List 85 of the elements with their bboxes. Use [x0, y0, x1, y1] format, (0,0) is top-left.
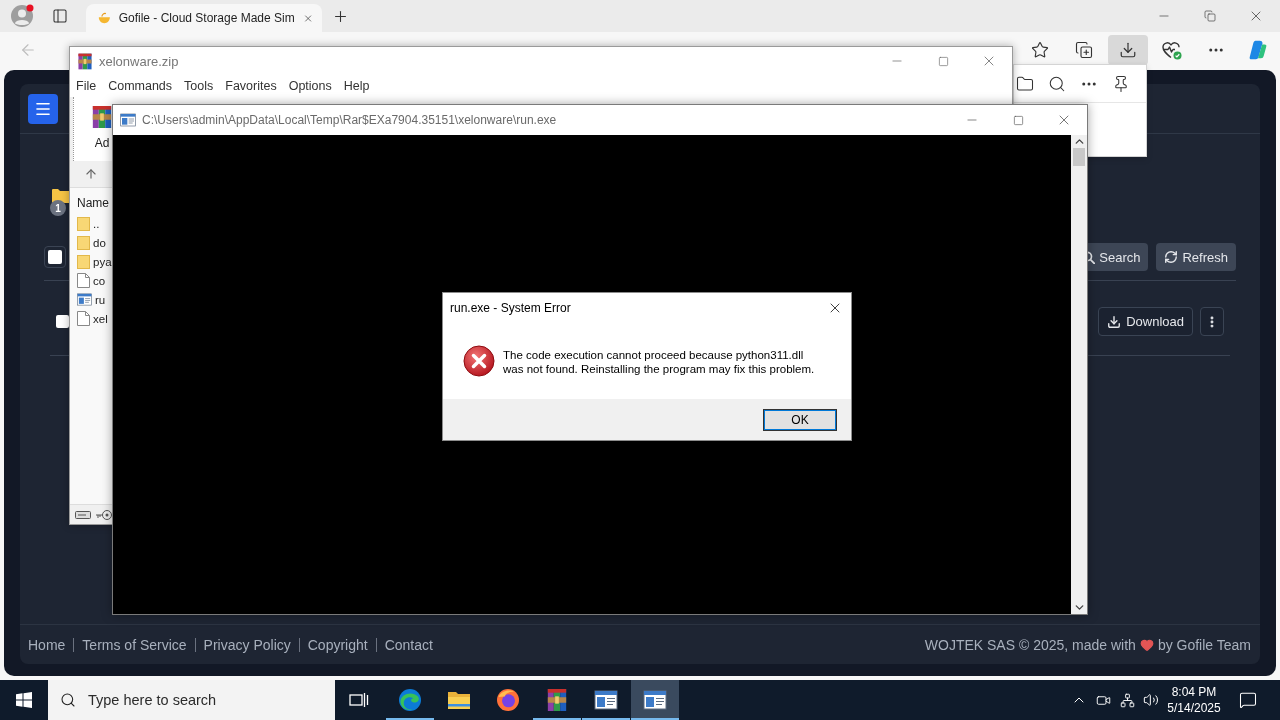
star-icon[interactable] [1031, 41, 1049, 59]
ring-logo-icon [496, 688, 520, 712]
clock-date[interactable]: 5/14/2025 [1167, 700, 1221, 716]
download-button[interactable]: Download [1098, 307, 1193, 336]
refresh-icon [1164, 250, 1179, 264]
error-icon [463, 345, 495, 377]
dialog-title: run.exe - System Error [450, 301, 571, 315]
menu-item[interactable]: File [73, 78, 100, 94]
folder-icon [447, 690, 471, 710]
more-button[interactable] [1200, 307, 1224, 336]
file-name[interactable]: co [93, 274, 106, 287]
window-title: C:\Users\admin\AppData\Local\Temp\Rar$EXa7904.35151\xelonware\run.exe [142, 113, 557, 127]
menu-button[interactable] [28, 94, 58, 124]
footer-link[interactable]: Contact [384, 636, 433, 653]
scrollbar[interactable] [1071, 135, 1087, 614]
window-title: xelonware.zip [99, 53, 179, 69]
drive-icon [75, 510, 91, 519]
copy-plus-icon[interactable] [1075, 41, 1093, 59]
up-arrow-icon[interactable] [84, 167, 98, 181]
refresh-button[interactable]: Refresh [1156, 243, 1236, 271]
browser-tab[interactable]: Gofile - Cloud Storage Made Sim [86, 4, 322, 32]
archive-icon [77, 52, 93, 70]
restore-icon[interactable] [1204, 10, 1216, 22]
volume-icon[interactable] [1143, 692, 1159, 708]
window-icon [594, 690, 618, 710]
credit-text: WOJTEK SAS © 2025, made with [924, 636, 1136, 653]
key-icon [95, 508, 113, 521]
error-message: The code execution cannot proceed because python311.dll was not found. Reinstalling the program may fix this problem. [503, 348, 815, 376]
folder-icon [52, 188, 70, 204]
clock-time[interactable]: 8:04 PM [1171, 684, 1217, 700]
panel-icon[interactable] [52, 8, 68, 24]
maximize-icon[interactable] [1012, 114, 1024, 126]
search-icon [60, 692, 76, 708]
download-icon [1107, 314, 1122, 329]
download-icon [1119, 41, 1137, 59]
folder-icon[interactable] [1016, 74, 1034, 93]
file-name[interactable]: xel [93, 312, 108, 325]
file-icon [77, 311, 90, 326]
favicon-icon [98, 11, 111, 25]
search-icon [1088, 250, 1096, 264]
heart-icon [1139, 637, 1154, 652]
archive-icon [546, 688, 568, 712]
program-icon [77, 293, 92, 306]
menu-item[interactable]: Tools [181, 78, 217, 94]
swirl-logo-icon[interactable] [1247, 39, 1269, 61]
menu-icon [34, 100, 52, 118]
menu-item[interactable]: Commands [105, 78, 176, 94]
folder-icon [77, 254, 90, 269]
network-icon[interactable] [1119, 692, 1135, 708]
task-view-icon[interactable] [349, 691, 369, 709]
folder-icon [77, 216, 90, 231]
file-name[interactable]: .. [93, 217, 100, 230]
toolbar-button[interactable]: Ad [90, 103, 114, 150]
window-icon [120, 113, 136, 127]
search-button[interactable]: Search [1088, 243, 1149, 271]
checkbox[interactable] [56, 315, 69, 328]
footer-link[interactable]: Privacy Policy [203, 636, 291, 653]
avatar-icon[interactable] [10, 4, 34, 28]
search-field[interactable]: Type here to search [48, 680, 335, 720]
notification-icon[interactable] [1238, 691, 1257, 709]
downloads-button[interactable] [1108, 35, 1148, 65]
footer-link[interactable]: Terms of Service [82, 636, 187, 653]
pin-icon[interactable] [1112, 74, 1130, 93]
taskbar-app[interactable] [631, 680, 679, 720]
search-icon[interactable] [1048, 74, 1066, 93]
file-name[interactable]: ru [95, 293, 106, 306]
file-name[interactable]: do [93, 236, 106, 249]
footer-link[interactable]: Home [28, 636, 66, 653]
scrollbar-thumb[interactable] [1073, 148, 1085, 166]
archive-icon [91, 103, 113, 131]
folder-icon [77, 235, 90, 250]
wave-logo-icon [398, 688, 422, 712]
menu-item[interactable]: Favorites [222, 78, 280, 94]
heart-pulse-icon[interactable] [1162, 40, 1182, 60]
column-header[interactable]: Name [77, 196, 109, 210]
window-icon [643, 690, 667, 710]
ok-button[interactable]: OK [763, 408, 837, 431]
file-icon [77, 273, 90, 288]
footer-link[interactable]: Copyright [307, 636, 368, 653]
start-icon[interactable] [16, 692, 32, 708]
menu-item[interactable]: Help [340, 78, 373, 94]
file-name[interactable]: pya [93, 255, 112, 268]
count-badge: 1 [50, 200, 66, 216]
menu-item[interactable]: Options [285, 78, 335, 94]
credit-text: by Gofile Team [1157, 636, 1251, 653]
